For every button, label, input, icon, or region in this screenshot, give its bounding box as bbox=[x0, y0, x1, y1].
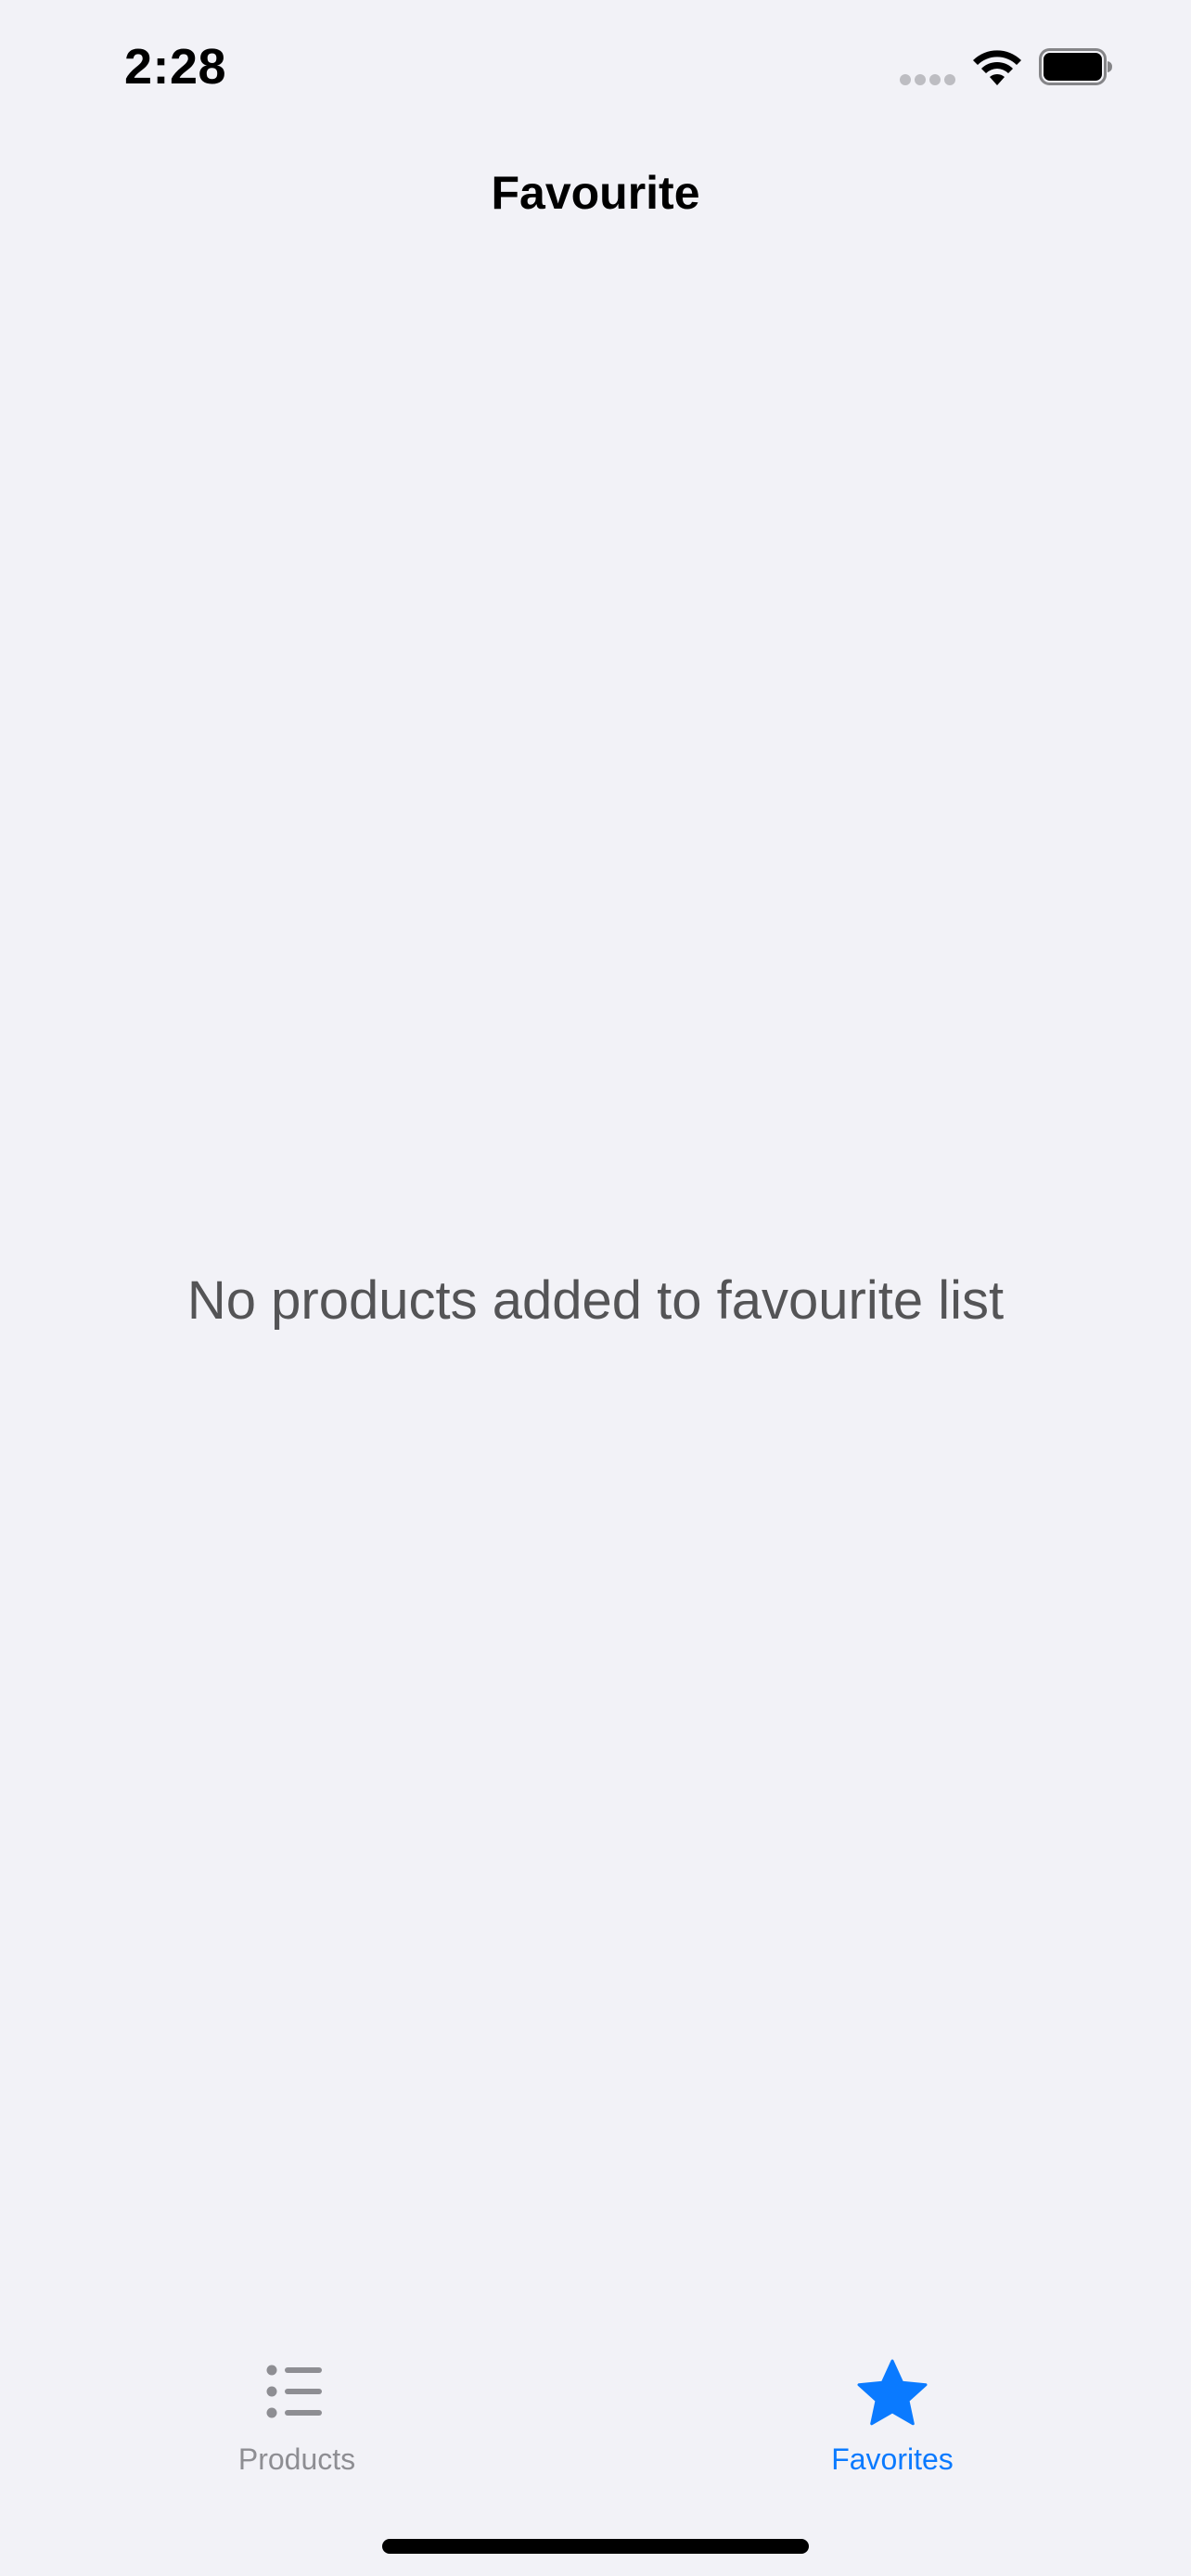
status-bar: 2:28 bbox=[0, 0, 1191, 139]
page-title: Favourite bbox=[491, 167, 700, 219]
tab-products-label: Products bbox=[237, 2442, 356, 2476]
tab-products[interactable]: Products bbox=[148, 2318, 445, 2485]
signal-dots-icon bbox=[900, 74, 957, 87]
navigation-bar: Favourite bbox=[0, 139, 1191, 246]
tab-bar: Products Favorites bbox=[0, 2318, 1191, 2504]
list-bullet-icon bbox=[266, 2365, 322, 2418]
star-icon bbox=[857, 2359, 928, 2426]
wifi-icon bbox=[973, 50, 1021, 85]
favourite-screen: 2:28 Favourite No products added to favo… bbox=[0, 0, 1191, 2576]
battery-icon bbox=[1039, 48, 1112, 85]
home-indicator bbox=[382, 2539, 809, 2554]
tab-favorites-label: Favorites bbox=[831, 2442, 954, 2476]
tab-favorites[interactable]: Favorites bbox=[744, 2318, 1041, 2485]
empty-state-message: No products added to favourite list bbox=[186, 1270, 1005, 1331]
status-time: 2:28 bbox=[124, 39, 227, 95]
